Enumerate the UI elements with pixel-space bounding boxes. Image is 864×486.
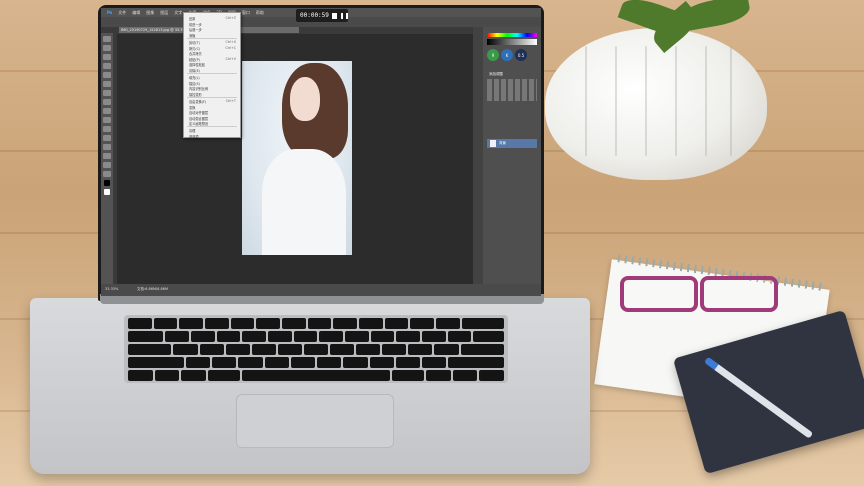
menu-item[interactable]: 自动对齐图层 [189, 110, 208, 115]
menu-item[interactable]: 变换 [189, 105, 195, 110]
lasso-tool-icon[interactable] [103, 54, 111, 60]
menu-item[interactable]: 选择性粘贴 [189, 62, 205, 67]
dodge-tool-icon[interactable] [103, 153, 111, 159]
edit-menu-dropdown: 还原 Ctrl+Z 前进一步 后退一步 渐隐 剪切(T) Ctrl+X 拷贝(C) Ctrl+C… [183, 12, 241, 139]
menu-item[interactable]: 剪切(T) [189, 40, 200, 45]
menu-item[interactable]: 首选项 [189, 134, 199, 139]
crop-tool-icon[interactable] [103, 72, 111, 78]
menu-file[interactable]: 文件 [118, 10, 126, 16]
menu-item[interactable]: 填充(L) [189, 75, 200, 80]
menu-item[interactable]: 自由变换(F) [189, 99, 206, 104]
brush-tool-icon[interactable] [103, 99, 111, 105]
menu-item[interactable]: 描边(S) [189, 81, 200, 86]
menu-shortcut: Ctrl+X [225, 39, 236, 44]
menu-item[interactable]: 合并拷贝 [189, 51, 202, 56]
badge-right: 0.5 [515, 49, 527, 61]
gray-ramp[interactable] [487, 39, 537, 45]
menu-image[interactable]: 图像 [146, 10, 154, 16]
adjustments-label: 添加调整 [489, 72, 503, 76]
pause-icon-bar [345, 12, 348, 19]
photo-face [290, 77, 320, 121]
healing-tool-icon[interactable] [103, 90, 111, 96]
recorder-time: 00:00:59 [300, 12, 329, 19]
menu-separator [187, 73, 237, 74]
ps-logo-icon: Ps [107, 10, 113, 15]
photo-dress [262, 149, 346, 255]
type-tool-icon[interactable] [103, 171, 111, 177]
menu-shortcut: Ctrl+T [225, 98, 236, 103]
status-bar: 33.33% 文档:6.86M/6.86M [101, 284, 541, 296]
layer-thumbnail [490, 140, 496, 147]
menu-item[interactable]: 拷贝(C) [189, 46, 200, 51]
layer-name: 背景 [499, 141, 506, 145]
menu-item[interactable]: 清理 [189, 128, 195, 133]
ps-panels: 9 K 0.5 添加调整 背景 [483, 27, 541, 284]
menu-item[interactable]: 自动混合图层 [189, 116, 208, 121]
history-brush-tool-icon[interactable] [103, 117, 111, 123]
blur-tool-icon[interactable] [103, 144, 111, 150]
gradient-tool-icon[interactable] [103, 135, 111, 141]
screen-recorder-timer: 00:00:59 [296, 9, 348, 22]
keyboard [124, 315, 508, 383]
photo-canvas[interactable] [242, 61, 352, 255]
badge-mid: K [501, 49, 513, 61]
quick-select-tool-icon[interactable] [103, 63, 111, 69]
menu-layer[interactable]: 图层 [160, 10, 168, 16]
overlay-badges: 9 K 0.5 [487, 49, 527, 61]
menu-item[interactable]: 前进一步 [189, 22, 202, 27]
menu-help[interactable]: 帮助 [256, 10, 264, 16]
adjustment-icons[interactable] [487, 79, 537, 101]
menu-item[interactable]: 粘贴(P) [189, 57, 200, 62]
panel-dock-icons [473, 27, 483, 284]
pause-icon[interactable] [340, 12, 343, 19]
stamp-tool-icon[interactable] [103, 108, 111, 114]
badge-left: 9 [487, 49, 499, 61]
menu-item[interactable]: 还原 [189, 16, 195, 21]
menu-separator [187, 96, 237, 98]
trackpad [236, 394, 394, 448]
menu-edit[interactable]: 编辑 [132, 10, 140, 16]
glasses [620, 272, 778, 312]
laptop-screen: Ps 文件 编辑 图像 图层 文字 选择 滤镜 3D 视图 窗口 帮助 00:0… [101, 8, 541, 296]
menu-item[interactable]: 内容识别比例 [189, 86, 208, 91]
color-spectrum[interactable] [487, 33, 537, 37]
menu-shortcut: Ctrl+V [225, 56, 236, 61]
menu-separator [187, 37, 237, 39]
foreground-color-icon[interactable] [104, 180, 110, 186]
menu-shortcut: Ctrl+Z [225, 16, 236, 20]
layer-row[interactable]: 背景 [487, 139, 537, 148]
menu-item[interactable]: 后退一步 [189, 27, 202, 32]
pen-tool-icon[interactable] [103, 162, 111, 168]
menu-type[interactable]: 文字 [174, 10, 182, 16]
eraser-tool-icon[interactable] [103, 126, 111, 132]
doc-info: 文档:6.86M/6.86M [137, 287, 168, 291]
background-color-icon[interactable] [104, 189, 110, 195]
stop-icon[interactable] [331, 12, 337, 19]
zoom-level[interactable]: 33.33% [105, 287, 118, 291]
move-tool-icon[interactable] [103, 36, 111, 42]
ps-toolbar [101, 33, 113, 286]
marquee-tool-icon[interactable] [103, 45, 111, 51]
vase [545, 28, 767, 180]
menu-shortcut: Ctrl+C [225, 45, 236, 50]
menu-separator [187, 126, 237, 128]
eyedropper-tool-icon[interactable] [103, 81, 111, 87]
menu-window[interactable]: 窗口 [242, 10, 250, 16]
